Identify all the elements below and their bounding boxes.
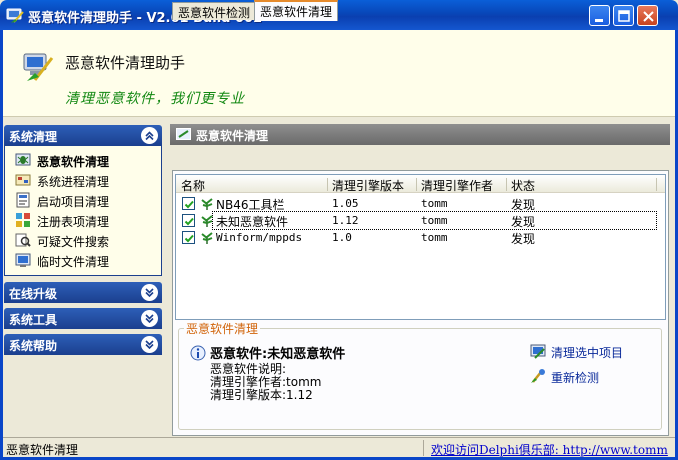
content-header-title: 恶意软件清理: [196, 129, 269, 143]
chevron-down-icon[interactable]: [141, 284, 158, 301]
section-label: 系统工具: [9, 313, 58, 327]
cell-version: 1.0: [332, 231, 352, 244]
sidebar-item-label: 恶意软件清理: [37, 155, 110, 169]
column-divider[interactable]: [656, 178, 657, 191]
column-divider[interactable]: [506, 178, 507, 191]
cell-name: NB46工具栏: [216, 198, 285, 212]
section-header-system-help[interactable]: 系统帮助: [4, 334, 162, 355]
search-files-icon: [15, 233, 31, 247]
checkmark-icon: [184, 234, 194, 243]
section-header-online-update[interactable]: 在线升级: [4, 282, 162, 303]
row-checkbox[interactable]: [182, 231, 195, 244]
section-label: 系统帮助: [9, 339, 58, 353]
column-header-author[interactable]: 清理引擎作者: [421, 177, 493, 194]
checkmark-icon: [184, 200, 194, 209]
section-header-system-clean[interactable]: 系统清理: [4, 125, 162, 146]
malware-plant-icon: [201, 232, 213, 244]
rescan-icon: [531, 369, 545, 383]
malware-plant-icon: [201, 198, 213, 210]
sidebar-item-registry-clean[interactable]: 注册表项清理: [15, 211, 157, 229]
column-header-status[interactable]: 状态: [511, 177, 535, 194]
registry-icon: [16, 213, 30, 227]
cell-author: tomm: [421, 197, 448, 210]
close-button[interactable]: [637, 5, 658, 26]
cell-name: Winform/mppds: [216, 231, 303, 244]
sidebar-item-label: 可疑文件搜索: [37, 235, 110, 249]
rescan-label: 重新检测: [551, 371, 600, 385]
status-text: 恶意软件清理: [6, 443, 79, 457]
temp-files-icon: [15, 253, 31, 267]
checkmark-icon: [184, 217, 194, 226]
column-divider[interactable]: [327, 178, 328, 191]
banner-slogan: 清理恶意软件，我们更专业: [65, 91, 245, 107]
section-header-system-tools[interactable]: 系统工具: [4, 308, 162, 329]
status-bar: 恶意软件清理 欢迎访问Delphi俱乐部: http://www.tomm: [3, 437, 675, 457]
column-header-version[interactable]: 清理引擎版本: [332, 177, 404, 194]
sidebar-item-label: 系统进程清理: [37, 175, 110, 189]
cell-author: tomm: [421, 231, 448, 244]
minimize-button[interactable]: [589, 5, 610, 26]
chevron-up-icon[interactable]: [141, 127, 158, 144]
detail-version: 清理引擎版本:1.12: [210, 388, 313, 402]
clean-icon: [530, 344, 546, 359]
bug-icon: [15, 153, 31, 166]
table-row[interactable]: NB46工具栏 1.05 tomm 发现: [176, 195, 665, 212]
info-icon: [190, 345, 206, 361]
broom-computer-icon: [23, 53, 54, 81]
banner-title: 恶意软件清理助手: [65, 54, 186, 72]
cell-status: 发现: [511, 198, 536, 212]
sidebar-item-startup-clean[interactable]: 启动项目清理: [15, 191, 157, 209]
section-label: 系统清理: [9, 130, 58, 144]
table-row[interactable]: Winform/mppds 1.0 tomm 发现: [176, 229, 665, 246]
website-link[interactable]: 欢迎访问Delphi俱乐部: http://www.tomm: [431, 441, 668, 458]
maximize-button[interactable]: [613, 5, 634, 26]
sidebar-item-process-clean[interactable]: 系统进程清理: [15, 171, 157, 189]
focus-rectangle: [212, 211, 657, 230]
process-icon: [15, 174, 31, 186]
broom-app-icon[interactable]: [6, 6, 24, 24]
cell-version: 1.05: [332, 197, 359, 210]
sidebar-item-label: 启动项目清理: [37, 195, 110, 209]
chevron-down-icon[interactable]: [141, 310, 158, 327]
chevron-down-icon[interactable]: [141, 336, 158, 353]
row-checkbox[interactable]: [182, 214, 195, 227]
clean-selected-label: 清理选中项目: [551, 346, 624, 360]
malware-list[interactable]: 名称 清理引擎版本 清理引擎作者 状态 NB46工具栏 1.05 tomm 发现…: [175, 174, 666, 320]
maximize-icon: [618, 10, 630, 22]
column-divider[interactable]: [416, 178, 417, 191]
title-bar[interactable]: 恶意软件清理助手 - V2.61 Build 002: [0, 0, 678, 30]
groupbox-title: 恶意软件清理: [184, 320, 261, 337]
sidebar-item-suspicious-search[interactable]: 可疑文件搜索: [15, 231, 157, 249]
header-banner: 恶意软件清理助手 清理恶意软件，我们更专业: [3, 30, 675, 117]
cell-status: 发现: [511, 232, 536, 246]
tab-malware-detect[interactable]: 恶意软件检测: [172, 2, 257, 20]
minimize-icon: [595, 19, 603, 22]
sidebar-item-label: 临时文件清理: [37, 255, 110, 269]
section-body-system-clean: 恶意软件清理 系统进程清理 启动项目清理 注册表项清理 可疑文件搜索 临时文件清…: [4, 146, 162, 276]
sidebar-item-malware-clean[interactable]: 恶意软件清理: [15, 151, 157, 169]
column-header-name[interactable]: 名称: [181, 177, 205, 194]
startup-icon: [16, 192, 30, 208]
section-label: 在线升级: [9, 287, 58, 301]
content-header: 恶意软件清理: [170, 124, 670, 145]
status-divider: [423, 440, 424, 456]
sidebar-item-temp-clean[interactable]: 临时文件清理: [15, 251, 157, 269]
tab-malware-clean[interactable]: 恶意软件清理: [254, 0, 339, 21]
list-header: 名称 清理引擎版本 清理引擎作者 状态: [176, 175, 665, 193]
row-checkbox[interactable]: [182, 197, 195, 210]
close-icon: [643, 11, 654, 22]
sidebar-item-label: 注册表项清理: [37, 215, 110, 229]
clean-icon: [176, 128, 191, 140]
